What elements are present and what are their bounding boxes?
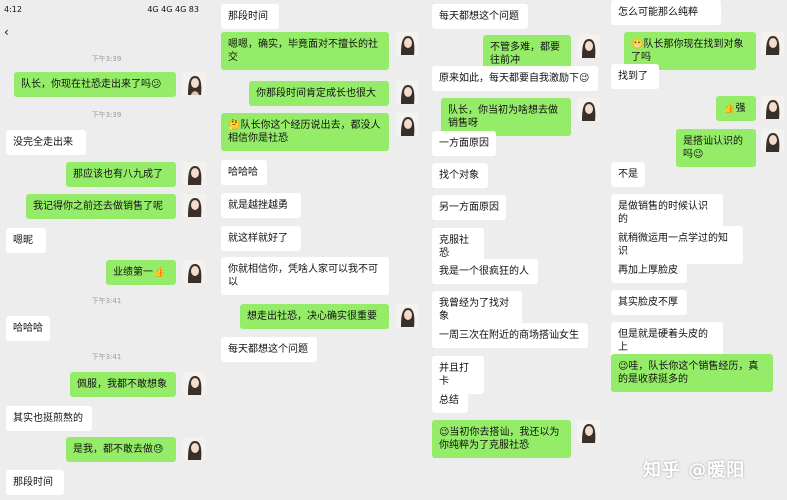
- timestamp: 下午3:41: [91, 297, 122, 305]
- message-bubble[interactable]: 哈哈哈: [221, 160, 267, 185]
- avatar[interactable]: [183, 72, 206, 95]
- message-bubble[interactable]: 佩服，我都不敢想象: [70, 372, 176, 397]
- message-bubble[interactable]: 是搭讪认识的吗😉: [676, 129, 756, 167]
- avatar[interactable]: [183, 372, 206, 395]
- message-bubble[interactable]: 业绩第一👍: [106, 260, 176, 285]
- avatar[interactable]: [761, 32, 784, 55]
- back-icon[interactable]: ‹: [4, 25, 9, 39]
- message-bubble[interactable]: 找个对象: [432, 163, 488, 188]
- message-bubble[interactable]: 😉哇，队长你这个销售经历，真的是收获挺多的: [611, 354, 773, 392]
- message-bubble[interactable]: 那段时间: [221, 4, 279, 29]
- message-bubble[interactable]: 没完全走出来: [6, 130, 86, 155]
- message-bubble[interactable]: 再加上厚脸皮: [611, 258, 687, 283]
- message-bubble[interactable]: 一方面原因: [432, 131, 496, 156]
- message-bubble[interactable]: 就这样就好了: [221, 226, 301, 251]
- avatar[interactable]: [577, 420, 600, 443]
- message-bubble[interactable]: 原来如此，每天都要自我激励下😉: [432, 66, 598, 91]
- message-bubble[interactable]: 我是一个很疯狂的人: [432, 259, 538, 284]
- message-bubble[interactable]: 是我，都不敢去做😓: [66, 437, 176, 462]
- avatar[interactable]: [183, 162, 206, 185]
- message-bubble[interactable]: 👍强: [716, 96, 756, 121]
- avatar[interactable]: [761, 96, 784, 119]
- message-bubble[interactable]: 总结: [432, 388, 468, 413]
- timestamp: 下午3:41: [91, 353, 122, 361]
- avatar[interactable]: [183, 260, 206, 283]
- avatar[interactable]: [396, 32, 419, 55]
- timestamp: 下午3:39: [91, 55, 122, 63]
- message-bubble[interactable]: 找到了: [611, 64, 659, 89]
- message-bubble[interactable]: 其实脸皮不厚: [611, 290, 687, 315]
- avatar[interactable]: [577, 98, 600, 121]
- message-bubble[interactable]: 🤔队长你这个经历说出去，都没人相信你是社恐: [221, 113, 389, 151]
- message-bubble[interactable]: 其实也挺煎熬的: [6, 406, 92, 431]
- message-bubble[interactable]: 怎么可能那么纯粹: [611, 0, 721, 25]
- avatar[interactable]: [396, 81, 419, 104]
- message-bubble[interactable]: 我记得你之前还去做销售了呢: [26, 194, 176, 219]
- message-bubble[interactable]: 你那段时间肯定成长也很大: [249, 81, 389, 106]
- chat-panel-2: 那段时间 嗯嗯，确实，毕竟面对不擅长的社交 你那段时间肯定成长也很大 🤔队长你这…: [216, 0, 422, 500]
- timestamp: 下午3:39: [91, 111, 122, 119]
- message-bubble[interactable]: 嗯嗯，确实，毕竟面对不擅长的社交: [221, 32, 389, 70]
- status-bar: 4:12 4G 4G 4G 83: [0, 0, 213, 22]
- avatar[interactable]: [183, 437, 206, 460]
- message-bubble[interactable]: 😉当初你去搭讪，我还以为你纯粹为了克服社恐: [432, 420, 571, 458]
- message-bubble[interactable]: 哈哈哈: [6, 316, 50, 341]
- chat-panel-4: 怎么可能那么纯粹 😬队长那你现在找到对象了吗 找到了 👍强 是搭讪认识的吗😉 不…: [606, 0, 787, 500]
- message-bubble[interactable]: 那段时间: [6, 470, 64, 495]
- message-bubble[interactable]: 一周三次在附近的商场搭讪女生: [432, 323, 588, 348]
- chat-panel-1: 4:12 4G 4G 4G 83 ‹ 下午3:39 队长，你现在社恐走出来了吗😕…: [0, 0, 213, 500]
- message-bubble[interactable]: 另一方面原因: [432, 195, 506, 220]
- message-bubble[interactable]: 队长，你现在社恐走出来了吗😕: [14, 72, 176, 97]
- avatar[interactable]: [396, 113, 419, 136]
- message-bubble[interactable]: 那应该也有八九成了: [66, 162, 176, 187]
- message-bubble[interactable]: 不是: [611, 162, 645, 187]
- avatar[interactable]: [183, 194, 206, 217]
- status-icons: 4G 4G 4G 83: [147, 5, 199, 14]
- message-bubble[interactable]: 每天都想这个问题: [221, 337, 317, 362]
- message-bubble[interactable]: 就是越挫越勇: [221, 193, 301, 218]
- message-bubble[interactable]: 每天都想这个问题: [432, 4, 528, 29]
- avatar[interactable]: [396, 304, 419, 327]
- message-bubble[interactable]: 想走出社恐，决心确实很重要: [240, 304, 389, 329]
- message-bubble[interactable]: 嗯昵: [6, 228, 46, 253]
- avatar[interactable]: [761, 129, 784, 152]
- avatar[interactable]: [577, 35, 600, 58]
- status-time: 4:12: [4, 5, 22, 14]
- message-bubble[interactable]: 你就相信你，凭啥人家可以我不可以: [221, 257, 389, 295]
- watermark: 知乎 @暖阳: [643, 460, 746, 481]
- chat-panel-3: 每天都想这个问题 不管多难，都要往前冲 原来如此，每天都要自我激励下😉 队长，你…: [425, 0, 605, 500]
